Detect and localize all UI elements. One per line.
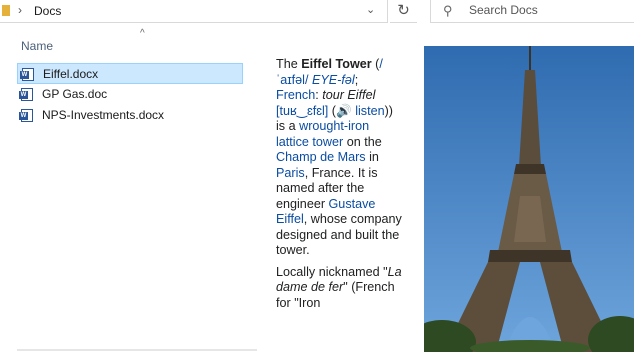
link-paris[interactable]: Paris xyxy=(276,166,305,180)
eiffel-tower-photo xyxy=(424,46,634,352)
link-champ-de-mars[interactable]: Champ de Mars xyxy=(276,150,366,164)
search-box[interactable]: ⚲ xyxy=(430,0,634,23)
text: in xyxy=(365,150,379,164)
link-pronunciation[interactable]: EYE-fəl xyxy=(312,73,355,87)
breadcrumb-chevron-icon[interactable]: › xyxy=(18,3,22,17)
text-french-name: tour Eiffel xyxy=(322,88,376,102)
link-french[interactable]: French xyxy=(276,88,315,102)
file-name: Eiffel.docx xyxy=(43,67,99,81)
file-row-nps-investments[interactable]: W NPS-Investments.docx xyxy=(17,105,243,126)
text: on the xyxy=(343,134,382,149)
article-title: Eiffel Tower xyxy=(301,57,372,71)
file-row-eiffel[interactable]: W Eiffel.docx xyxy=(17,63,243,84)
folder-icon xyxy=(2,5,10,16)
preview-paragraph-2: Locally nicknamed "La dame de fer" (Fren… xyxy=(276,265,404,312)
file-name: GP Gas.doc xyxy=(42,87,108,101)
preview-paragraph-1: The Eiffel Tower (/ˈaɪfəl/ EYE-fəl; Fren… xyxy=(276,57,404,259)
link-listen[interactable]: listen xyxy=(355,104,384,118)
word-doc-icon: W xyxy=(19,109,33,122)
refresh-button[interactable]: ↻ xyxy=(390,0,417,23)
address-toolbar: › Docs ⌄ ↻ ⚲ xyxy=(0,0,634,24)
speaker-icon[interactable]: 🔊 xyxy=(336,104,352,118)
horizontal-scrollbar[interactable] xyxy=(17,349,257,351)
file-list: W Eiffel.docx W GP Gas.doc W NPS-Investm… xyxy=(17,63,243,126)
text: ( xyxy=(328,103,336,118)
text: The xyxy=(276,57,302,71)
address-history-dropdown-icon[interactable]: ⌄ xyxy=(366,3,375,16)
file-name: NPS-Investments.docx xyxy=(42,108,165,122)
search-input[interactable] xyxy=(469,3,619,17)
word-doc-icon: W xyxy=(19,88,33,101)
column-header-name[interactable]: Name xyxy=(21,39,53,53)
text: ; xyxy=(354,72,359,87)
document-preview-text: The Eiffel Tower (/ˈaɪfəl/ EYE-fəl; Fren… xyxy=(276,57,404,317)
text: Locally nicknamed " xyxy=(276,264,388,279)
link-french-ipa[interactable]: [tuʁ‿ɛfɛl] xyxy=(276,104,328,118)
breadcrumb-docs[interactable]: Docs xyxy=(34,4,61,18)
file-row-gp-gas[interactable]: W GP Gas.doc xyxy=(17,84,243,105)
address-bar[interactable]: › Docs ⌄ xyxy=(0,0,388,23)
sort-ascending-icon: ^ xyxy=(140,28,145,39)
search-icon: ⚲ xyxy=(443,3,453,18)
word-doc-icon: W xyxy=(20,68,34,81)
